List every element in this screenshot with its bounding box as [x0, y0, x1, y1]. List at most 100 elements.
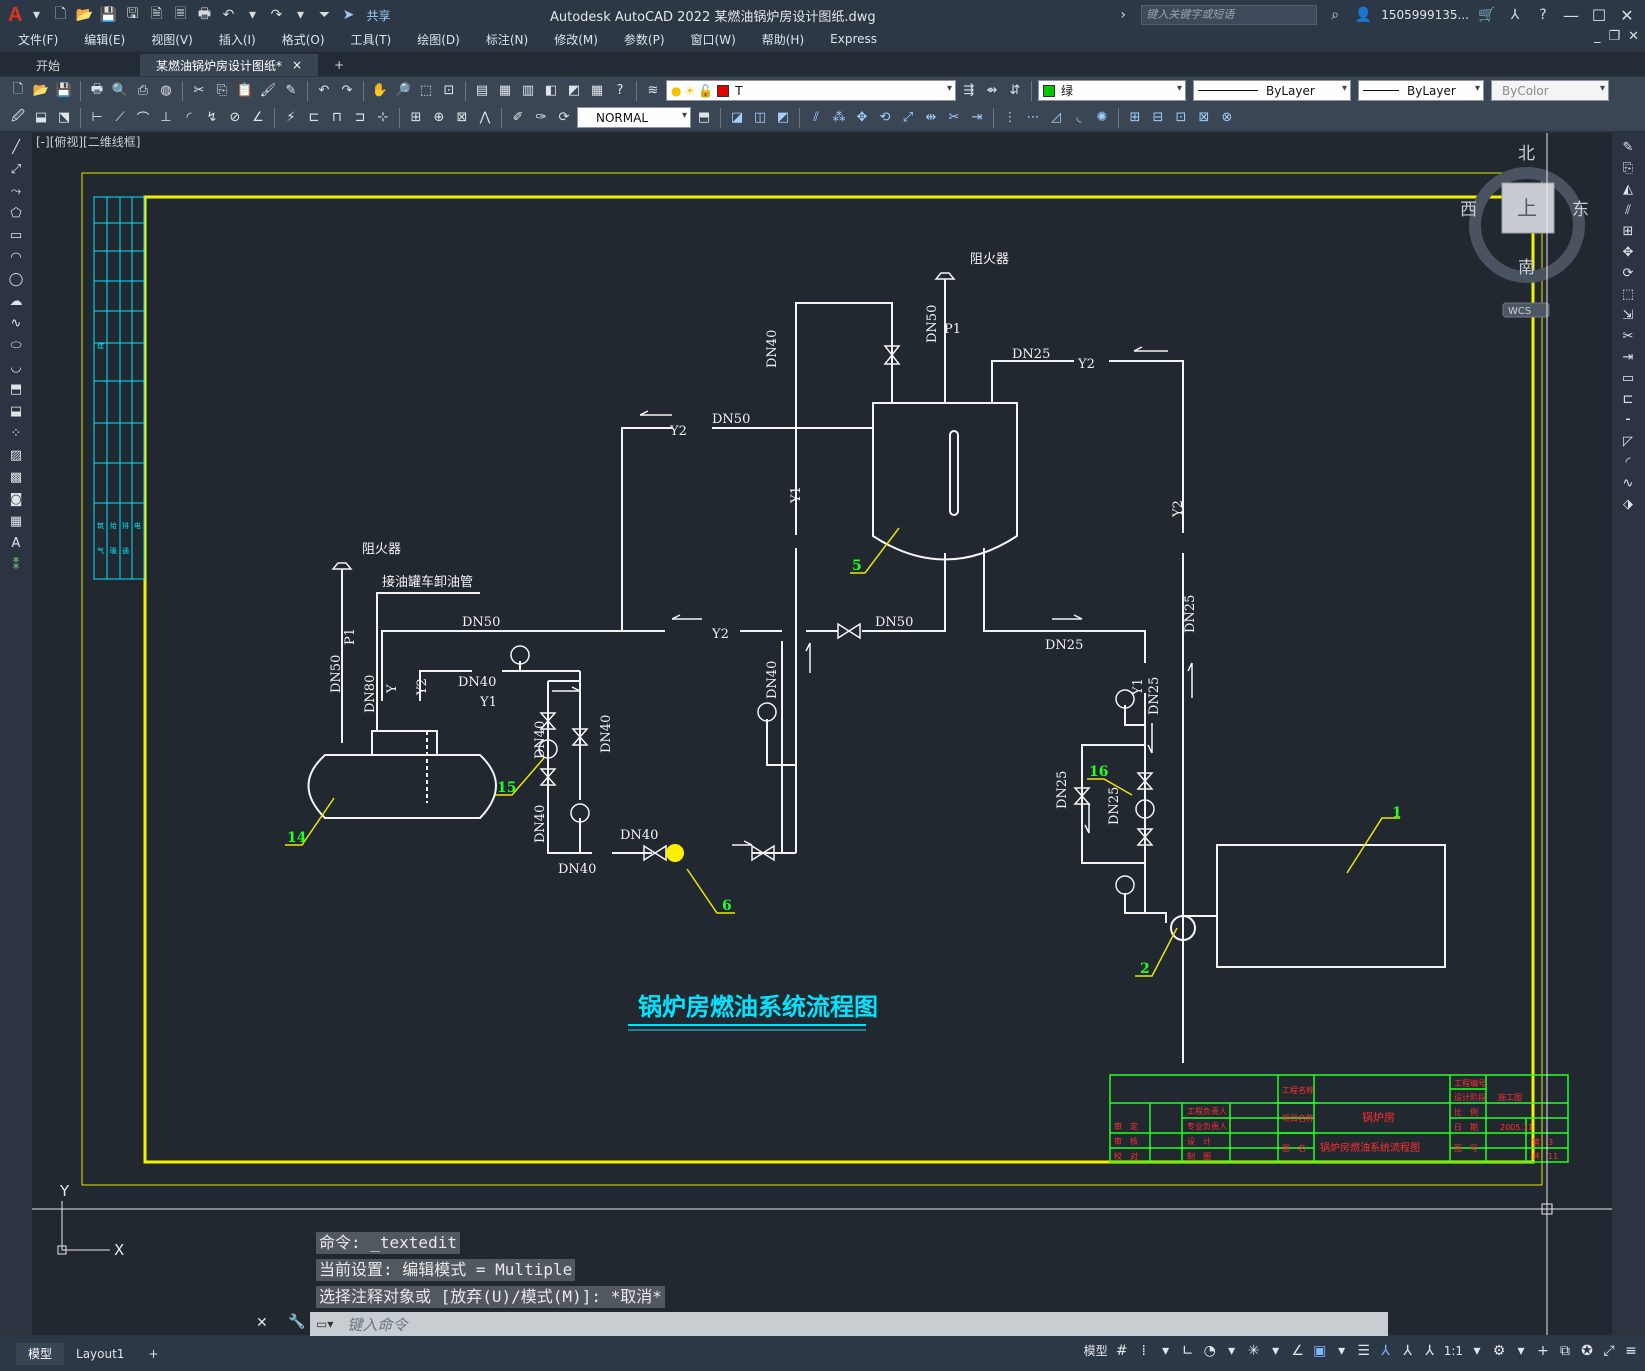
gradient-icon[interactable]: ▩: [6, 467, 26, 487]
menu-help[interactable]: 帮助(H): [762, 31, 804, 48]
spline-icon[interactable]: ∿: [6, 313, 26, 333]
customize-qat-icon[interactable]: ⏷: [314, 5, 334, 25]
object-snap-tracking-icon[interactable]: ∠: [1290, 1343, 1306, 1359]
viewcube-south[interactable]: 南: [1518, 258, 1535, 278]
menu-edit[interactable]: 编辑(E): [84, 31, 125, 48]
explode-icon[interactable]: ✺: [1092, 108, 1112, 128]
hardware-acceleration-icon[interactable]: ✪: [1579, 1343, 1595, 1359]
zoom-window-icon[interactable]: ⬚: [416, 81, 436, 101]
circle-icon[interactable]: ◯: [6, 269, 26, 289]
scale-right-icon[interactable]: ⬚: [1618, 284, 1638, 304]
blend-curves-icon[interactable]: ∿: [1618, 473, 1638, 493]
ordinate-dim-icon[interactable]: ⊥: [156, 108, 176, 128]
make-current-layer-icon[interactable]: ⇶: [959, 81, 979, 101]
save-file-icon[interactable]: 💾: [54, 81, 74, 101]
minimize-icon[interactable]: —: [1561, 6, 1581, 25]
offset-icon[interactable]: ⫽: [806, 108, 826, 128]
color-dropdown[interactable]: 绿 ▾: [1038, 80, 1186, 101]
dim-edit-icon[interactable]: ✐: [508, 108, 528, 128]
insert-block-left-icon[interactable]: ⬒: [6, 379, 26, 399]
multileader-icon[interactable]: ⬔: [54, 108, 74, 128]
ellipse-arc-icon[interactable]: ◡: [6, 357, 26, 377]
join-icon[interactable]: ⋯: [1023, 108, 1043, 128]
menu-modify[interactable]: 修改(M): [554, 31, 598, 48]
break-right-icon[interactable]: ⊏: [1618, 389, 1638, 409]
lineweight-dropdown[interactable]: ByLayer ▾: [1358, 80, 1484, 101]
diameter-dim-icon[interactable]: ⊘: [225, 108, 245, 128]
menu-parametric[interactable]: 参数(P): [624, 31, 665, 48]
xref-icon[interactable]: ⊠: [1194, 108, 1214, 128]
dim-break-icon[interactable]: ⊹: [373, 108, 393, 128]
region-icon[interactable]: ◙: [6, 489, 26, 509]
help-icon[interactable]: ?: [1533, 5, 1553, 25]
command-input[interactable]: ▭▾ 键入命令: [310, 1312, 1388, 1336]
mirror-icon[interactable]: ◩: [773, 108, 793, 128]
rotate-icon[interactable]: ⟲: [875, 108, 895, 128]
chamfer-right-icon[interactable]: ◸: [1618, 431, 1638, 451]
point-icon[interactable]: ⁘: [6, 423, 26, 443]
fillet-icon[interactable]: ◟: [1069, 108, 1089, 128]
arc-icon[interactable]: ◠: [6, 247, 26, 267]
workspace-gear-icon[interactable]: ⚙: [1491, 1343, 1507, 1359]
model-space-button[interactable]: 模型: [1084, 1342, 1108, 1359]
grid-icon[interactable]: #: [1114, 1343, 1130, 1359]
web-mobile-save-icon[interactable]: 🗏: [170, 5, 190, 25]
quick-dim-icon[interactable]: ⚡: [281, 108, 301, 128]
command-prompt-icon[interactable]: ▭▾: [316, 1317, 333, 1331]
dim-style-manager-icon[interactable]: ⬒: [694, 108, 714, 128]
angular-dim-icon[interactable]: ∠: [248, 108, 268, 128]
copy-right-icon[interactable]: ⎘: [1618, 158, 1638, 178]
command-close-icon[interactable]: ✕: [256, 1315, 268, 1331]
line-icon[interactable]: ╱: [6, 137, 26, 157]
menu-insert[interactable]: 插入(I): [219, 31, 256, 48]
snap-icon[interactable]: ⁞: [1136, 1343, 1152, 1359]
app-menu-dropdown-icon[interactable]: ▾: [26, 5, 46, 25]
maximize-icon[interactable]: ☐: [1589, 6, 1609, 25]
menu-express[interactable]: Express: [830, 32, 877, 46]
extend-icon[interactable]: ⇥: [967, 108, 987, 128]
polar-icon[interactable]: ◔: [1202, 1343, 1218, 1359]
tab-close-icon[interactable]: ×: [292, 58, 302, 72]
isolate-objects-icon[interactable]: ⧉: [1557, 1343, 1573, 1359]
autodesk-app-icon[interactable]: ⅄: [1505, 5, 1525, 25]
join-right-icon[interactable]: ⁃: [1618, 410, 1638, 430]
doc-close-icon[interactable]: ✕: [1628, 29, 1639, 44]
menu-draw[interactable]: 绘图(D): [417, 31, 460, 48]
viewport-label[interactable]: [-][俯视][二维线框]: [36, 134, 140, 149]
share-button[interactable]: 共享: [366, 7, 390, 24]
make-block-icon[interactable]: ⊟: [1148, 108, 1168, 128]
search-icon[interactable]: ⌕: [1325, 5, 1345, 25]
explode-right-icon[interactable]: ⬗: [1618, 494, 1638, 514]
dim-space-icon[interactable]: ⊐: [350, 108, 370, 128]
break-icon[interactable]: ⋮: [1000, 108, 1020, 128]
drawing-canvas[interactable]: [-][俯视][二维线框] 建 筑 给 排 电 气 暖 通 上 北 南 西 东 …: [32, 133, 1612, 1335]
autoscale-icon[interactable]: ⅄: [1400, 1343, 1416, 1359]
user-icon[interactable]: 👤: [1353, 5, 1373, 25]
autocad-logo-icon[interactable]: A: [8, 4, 22, 27]
center-mark-icon[interactable]: ⊕: [429, 108, 449, 128]
lineweight-icon[interactable]: ☰: [1356, 1343, 1372, 1359]
stretch-icon[interactable]: ⇹: [921, 108, 941, 128]
share-icon[interactable]: ➤: [338, 5, 358, 25]
ortho-icon[interactable]: ∟: [1180, 1343, 1196, 1359]
aligned-dim-icon[interactable]: ⟋: [110, 108, 130, 128]
rotate-right-icon[interactable]: ⟳: [1618, 263, 1638, 283]
new-icon[interactable]: 🗋: [50, 5, 70, 25]
redo-tool-icon[interactable]: ↷: [337, 81, 357, 101]
redo-dropdown-icon[interactable]: ▾: [290, 5, 310, 25]
layer-properties-icon[interactable]: ≋: [643, 81, 663, 101]
design-center-icon[interactable]: ▦: [495, 81, 515, 101]
stretch-right-icon[interactable]: ⇲: [1618, 305, 1638, 325]
clean-screen-icon[interactable]: ⤢: [1601, 1343, 1617, 1359]
tab-active-drawing[interactable]: 某燃油锅炉房设计图纸* ×: [140, 54, 319, 76]
iso-dropdown-icon[interactable]: ▾: [1268, 1343, 1284, 1359]
plus-icon[interactable]: +: [1535, 1343, 1551, 1359]
dim-update-icon[interactable]: ⟳: [554, 108, 574, 128]
doc-restore-icon[interactable]: ❐: [1608, 29, 1620, 44]
viewcube-west[interactable]: 西: [1460, 200, 1477, 220]
zoom-previous-icon[interactable]: ⊡: [439, 81, 459, 101]
publish-icon[interactable]: ⎙: [133, 81, 153, 101]
menu-format[interactable]: 格式(O): [282, 31, 325, 48]
viewcube-north[interactable]: 北: [1518, 144, 1535, 164]
annotation-scale-icon[interactable]: ⅄: [1422, 1343, 1438, 1359]
